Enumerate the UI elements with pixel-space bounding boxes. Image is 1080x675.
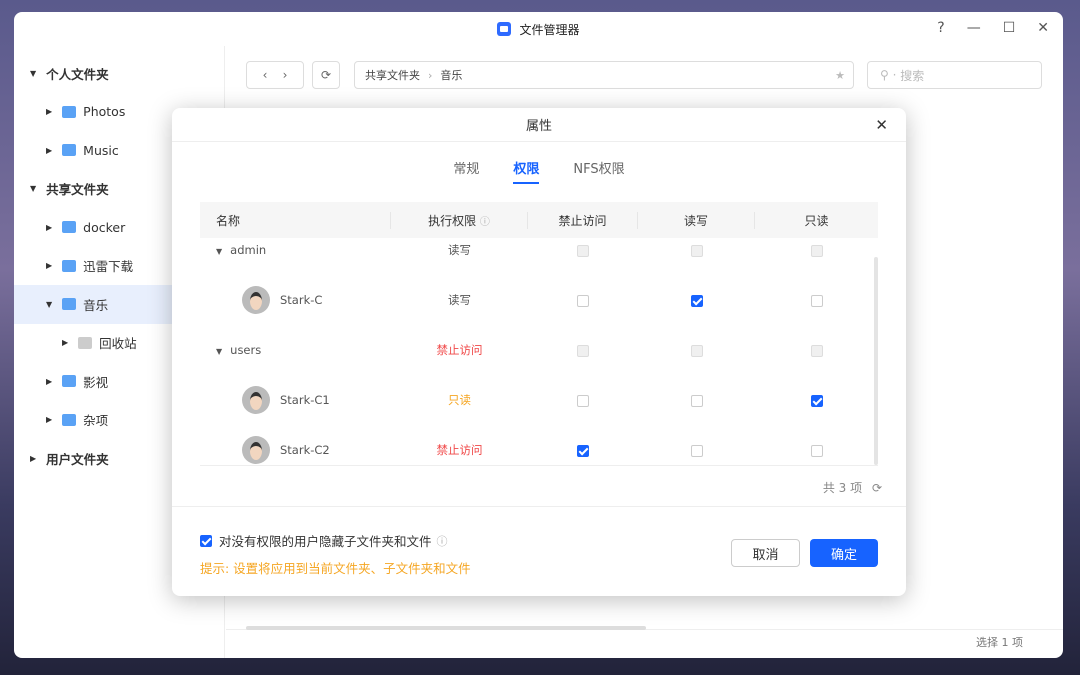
info-icon[interactable]: ⓘ (437, 533, 448, 549)
effective-permission: 禁止访问 (436, 443, 483, 457)
deny-checkbox[interactable] (577, 244, 589, 257)
ok-button[interactable]: 确定 (810, 539, 878, 567)
refresh-icon[interactable]: ⟳ (872, 481, 882, 495)
row-name: admin (230, 243, 267, 257)
modal-overlay: 属性 ✕ 常规 权限 NFS权限 名称 执行权限 ⓘ 禁止访问 读写 只读 ▼ ad… (0, 0, 1080, 675)
info-icon[interactable]: ⓘ (480, 217, 490, 228)
row-name: users (230, 343, 262, 357)
group-row: ▼ admin 读写 (200, 238, 878, 270)
col-effective: 执行权限 ⓘ (391, 211, 528, 229)
readwrite-checkbox[interactable] (690, 444, 703, 457)
deny-checkbox[interactable] (577, 444, 589, 457)
effective-permission: 读写 (448, 293, 471, 307)
properties-dialog: 属性 ✕ 常规 权限 NFS权限 名称 执行权限 ⓘ 禁止访问 读写 只读 ▼ ad… (172, 108, 906, 596)
row-name: Stark-C (280, 293, 323, 307)
avatar (242, 436, 270, 464)
effective-permission: 读写 (448, 243, 471, 257)
cancel-button[interactable]: 取消 (731, 539, 800, 567)
deny-checkbox[interactable] (577, 294, 589, 307)
hint-text: 提示: 设置将应用到当前文件夹、子文件夹和文件 (200, 561, 471, 576)
effective-permission: 禁止访问 (436, 343, 483, 357)
item-count: 共 3 项 (822, 481, 863, 495)
hide-option-label: 对没有权限的用户隐藏子文件夹和文件 (219, 534, 432, 549)
readonly-checkbox[interactable] (810, 244, 823, 257)
tab-nfs-permissions[interactable]: NFS权限 (573, 158, 624, 184)
readwrite-checkbox[interactable] (690, 244, 703, 257)
dialog-title: 属性 (525, 119, 552, 134)
col-readwrite: 读写 (638, 211, 755, 229)
deny-checkbox[interactable] (577, 394, 589, 407)
hide-option-checkbox[interactable] (200, 534, 212, 547)
user-row: Stark-C1 只读 (200, 380, 878, 420)
readonly-checkbox[interactable] (810, 294, 823, 307)
avatar (242, 286, 270, 314)
readwrite-checkbox[interactable] (690, 344, 703, 357)
permissions-table: ▼ admin 读写 Stark-C 读写 ▼ users 禁止访问 Stark-C1 只读… (200, 238, 878, 466)
dialog-close-icon[interactable]: ✕ (875, 116, 888, 134)
deny-checkbox[interactable] (577, 344, 589, 357)
col-deny: 禁止访问 (528, 211, 638, 229)
readonly-checkbox[interactable] (810, 394, 823, 407)
group-row: ▼ users 禁止访问 (200, 330, 878, 370)
user-row: Stark-C 读写 (200, 280, 878, 320)
row-name: Stark-C2 (280, 443, 330, 457)
col-effective-label: 执行权限 (428, 213, 477, 228)
readwrite-checkbox[interactable] (690, 294, 703, 307)
tab-general[interactable]: 常规 (453, 158, 479, 184)
readonly-checkbox[interactable] (810, 344, 823, 357)
user-row: Stark-C2 禁止访问 (200, 430, 878, 465)
col-name: 名称 (200, 211, 391, 229)
readonly-checkbox[interactable] (810, 444, 823, 457)
row-name: Stark-C1 (280, 393, 330, 407)
avatar (242, 386, 270, 414)
tab-permissions[interactable]: 权限 (513, 158, 540, 184)
table-scrollbar[interactable] (874, 257, 878, 465)
col-readonly: 只读 (804, 213, 829, 228)
readwrite-checkbox[interactable] (690, 394, 703, 407)
effective-permission: 只读 (448, 393, 471, 407)
table-header: 名称 执行权限 ⓘ 禁止访问 读写 只读 (200, 202, 878, 238)
